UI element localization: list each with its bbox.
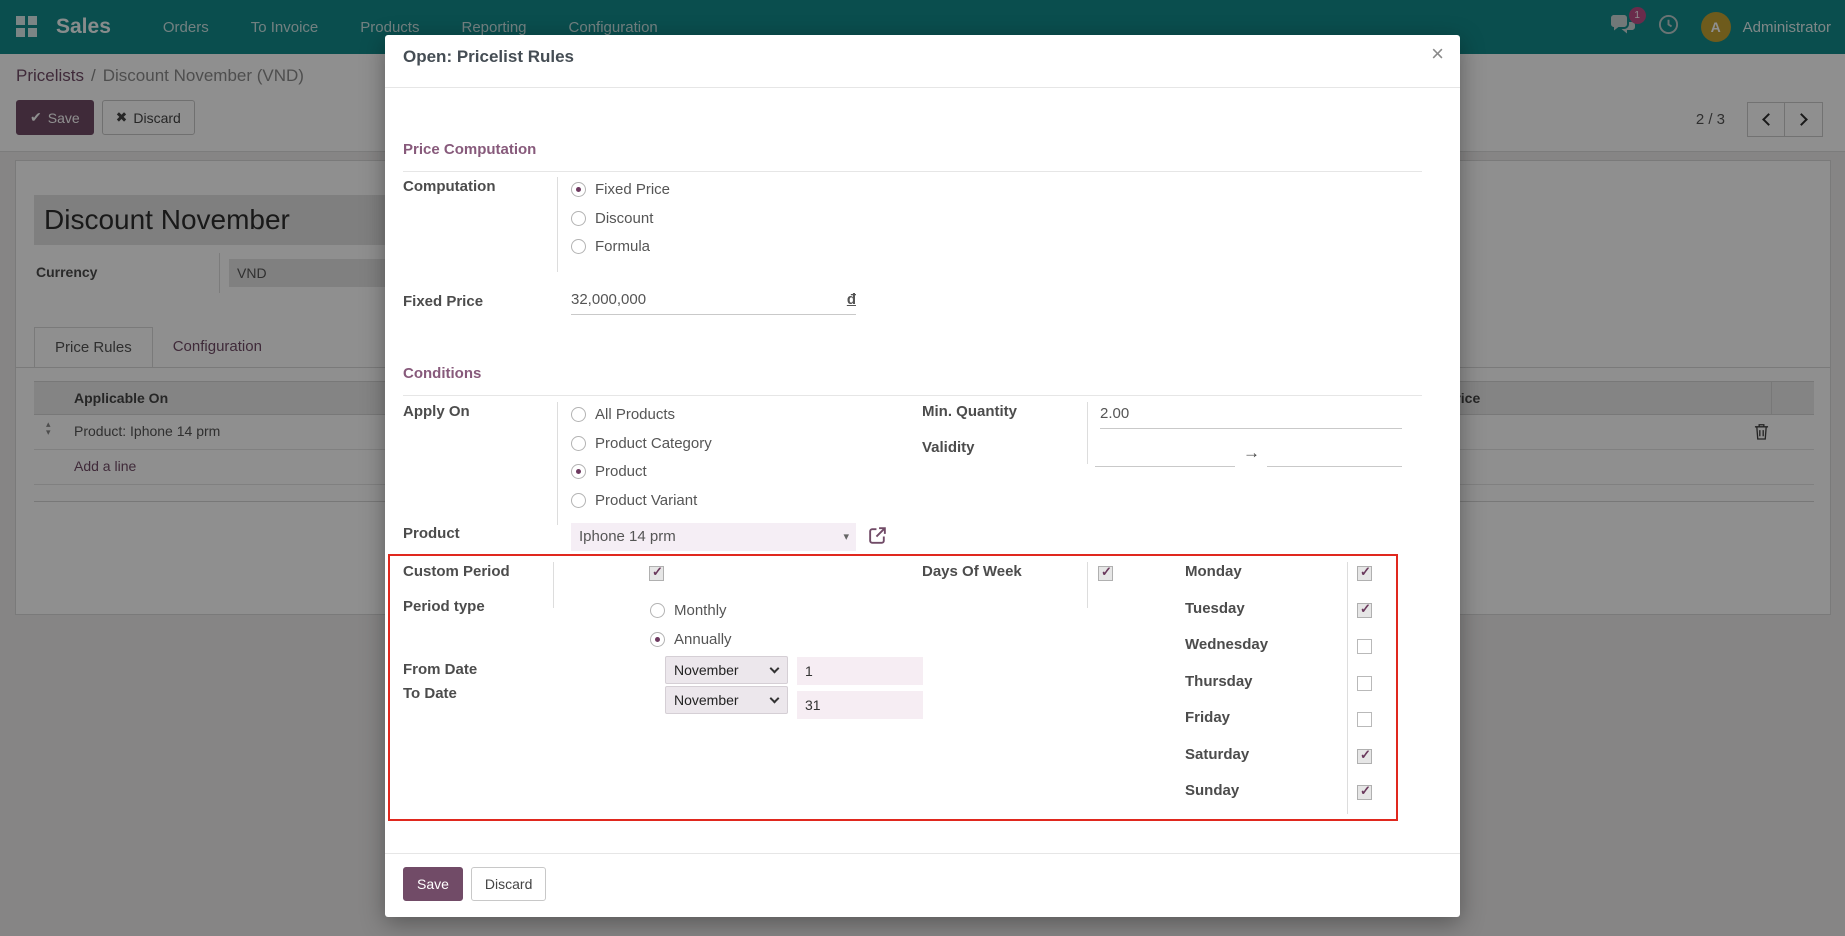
fixed-price-radio[interactable] (571, 182, 586, 197)
to-date-label: To Date (403, 685, 457, 702)
product-field[interactable]: Iphone 14 prm ▾ (571, 523, 856, 551)
wednesday-checkbox[interactable] (1357, 639, 1372, 654)
days-column-divider (1347, 562, 1348, 814)
currency-symbol-dong: đ (847, 287, 856, 314)
group-divider (557, 402, 558, 525)
thursday-checkbox[interactable] (1357, 676, 1372, 691)
period-type-option-annually[interactable]: Annually (650, 628, 732, 650)
select-chevron-icon (770, 664, 780, 674)
computation-option-formula[interactable]: Formula (571, 235, 650, 257)
custom-period-checkbox[interactable] (649, 566, 664, 581)
arrow-right-icon: → (1243, 443, 1260, 463)
to-day-input[interactable]: 31 (797, 691, 923, 719)
pricelist-rules-modal: Open: Pricelist Rules × Price Computatio… (385, 35, 1460, 917)
saturday-label: Saturday (1185, 746, 1249, 763)
saturday-checkbox[interactable] (1357, 749, 1372, 764)
computation-option-discount[interactable]: Discount (571, 207, 653, 229)
apply-on-option-product-category[interactable]: Product Category (571, 432, 712, 454)
group-divider (557, 177, 558, 272)
validity-start-input[interactable] (1095, 439, 1235, 467)
screen: Sales Orders To Invoice Products Reporti… (0, 0, 1845, 936)
group-divider (1087, 402, 1088, 464)
period-type-option-monthly[interactable]: Monthly (650, 599, 727, 621)
modal-footer-divider (385, 853, 1460, 854)
annually-radio[interactable] (650, 632, 665, 647)
section-divider (403, 171, 1422, 172)
from-day-input[interactable]: 1 (797, 657, 923, 685)
product-variant-radio[interactable] (571, 493, 586, 508)
fixed-price-input[interactable]: 32,000,000 đ (571, 287, 856, 315)
sunday-label: Sunday (1185, 782, 1239, 799)
modal-header-divider (385, 87, 1460, 88)
monday-checkbox[interactable] (1357, 566, 1372, 581)
computation-label: Computation (403, 178, 495, 195)
fixed-price-label: Fixed Price (403, 293, 483, 310)
monthly-radio[interactable] (650, 603, 665, 618)
discount-radio[interactable] (571, 211, 586, 226)
apply-on-option-all-products[interactable]: All Products (571, 403, 675, 425)
friday-checkbox[interactable] (1357, 712, 1372, 727)
modal-title: Open: Pricelist Rules (403, 47, 574, 67)
days-of-week-checkbox[interactable] (1098, 566, 1113, 581)
product-label: Product (403, 525, 460, 542)
to-month-select[interactable]: November (665, 686, 788, 714)
period-type-label: Period type (403, 598, 485, 615)
formula-radio[interactable] (571, 239, 586, 254)
external-link-icon[interactable] (867, 525, 888, 551)
price-computation-heading: Price Computation (403, 141, 536, 158)
section-divider (403, 395, 1422, 396)
modal-save-button[interactable]: Save (403, 867, 463, 901)
custom-period-label: Custom Period (403, 563, 510, 580)
wednesday-label: Wednesday (1185, 636, 1268, 653)
apply-on-option-product-variant[interactable]: Product Variant (571, 489, 697, 511)
min-quantity-label: Min. Quantity (922, 403, 1017, 420)
dropdown-caret-icon: ▾ (843, 523, 856, 551)
product-radio[interactable] (571, 464, 586, 479)
computation-option-fixed-price[interactable]: Fixed Price (571, 178, 670, 200)
group-divider (1087, 562, 1088, 608)
group-divider (553, 562, 554, 608)
from-month-select[interactable]: November (665, 656, 788, 684)
friday-label: Friday (1185, 709, 1230, 726)
min-quantity-input[interactable]: 2.00 (1100, 401, 1402, 429)
days-of-week-label: Days Of Week (922, 563, 1022, 580)
close-icon[interactable]: × (1431, 41, 1444, 67)
modal-discard-button[interactable]: Discard (471, 867, 546, 901)
conditions-heading: Conditions (403, 365, 481, 382)
validity-end-input[interactable] (1267, 439, 1402, 467)
all-products-radio[interactable] (571, 407, 586, 422)
product-category-radio[interactable] (571, 436, 586, 451)
validity-label: Validity (922, 439, 975, 456)
from-date-label: From Date (403, 661, 477, 678)
sunday-checkbox[interactable] (1357, 785, 1372, 800)
tuesday-label: Tuesday (1185, 600, 1245, 617)
thursday-label: Thursday (1185, 673, 1253, 690)
tuesday-checkbox[interactable] (1357, 603, 1372, 618)
select-chevron-icon (770, 694, 780, 704)
monday-label: Monday (1185, 563, 1242, 580)
apply-on-label: Apply On (403, 403, 470, 420)
apply-on-option-product[interactable]: Product (571, 460, 647, 482)
modal-footer-buttons: Save Discard (403, 867, 546, 901)
